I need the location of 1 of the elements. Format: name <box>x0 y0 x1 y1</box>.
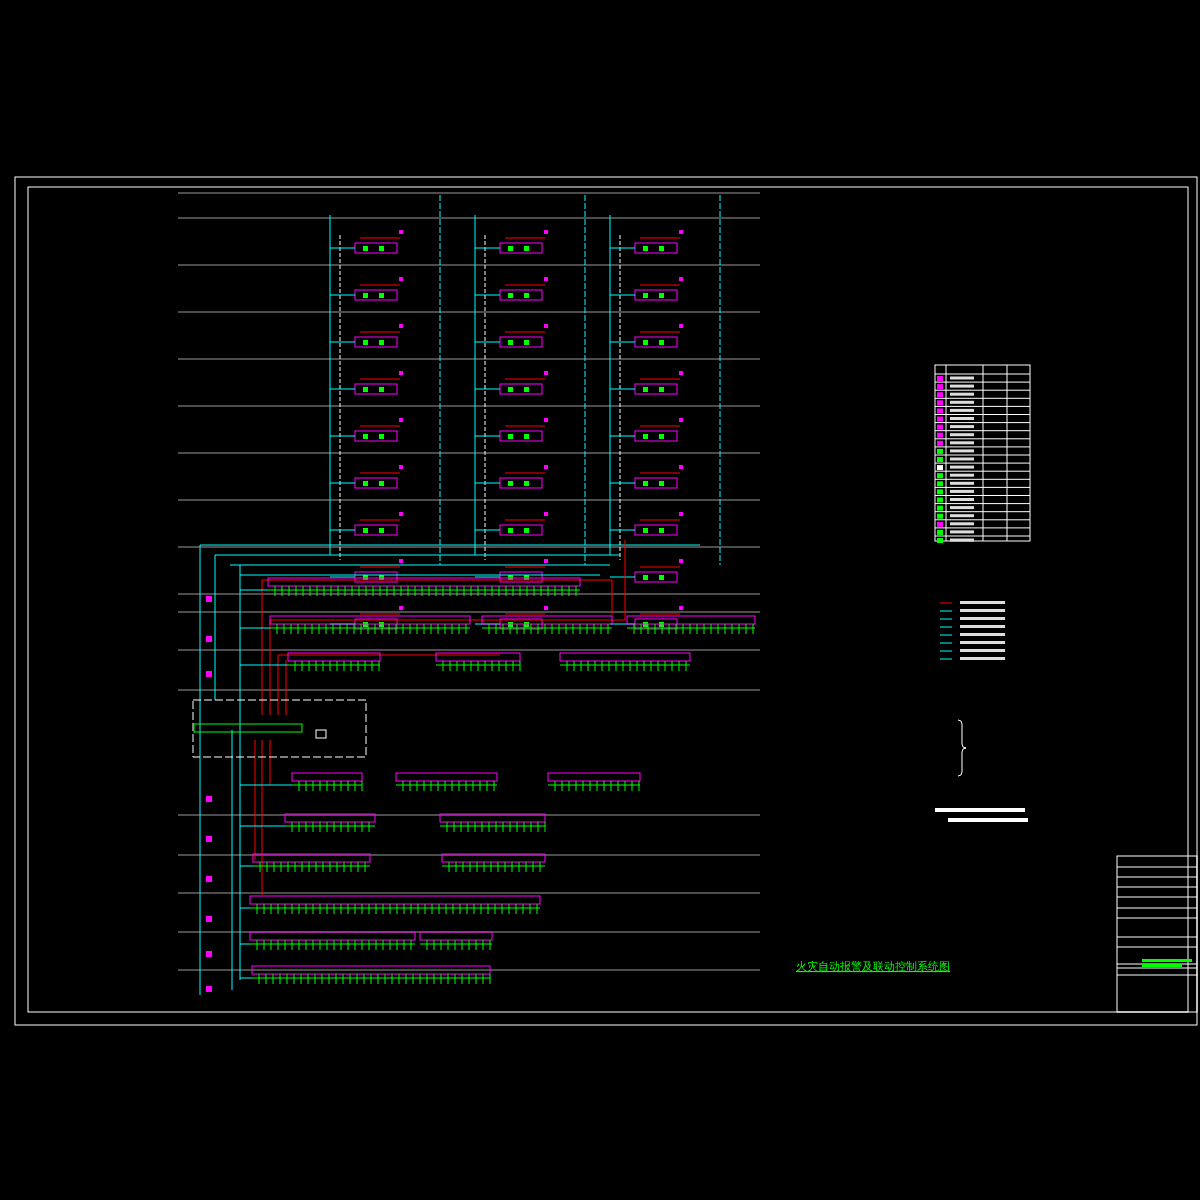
drawing-title: 火灾自动报警及联动控制系统图 <box>796 960 950 973</box>
